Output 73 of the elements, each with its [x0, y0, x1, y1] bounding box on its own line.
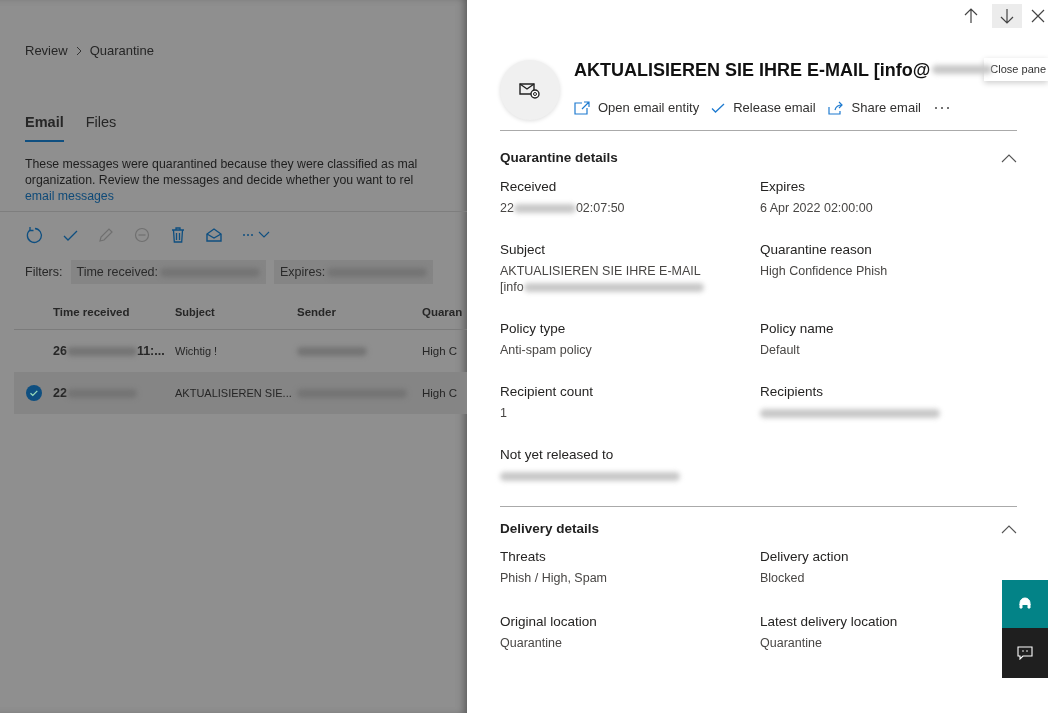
feedback-button[interactable] — [1002, 628, 1048, 678]
column-header[interactable]: Subject — [175, 306, 297, 318]
chevron-right-icon — [75, 45, 82, 56]
field-label: Delivery action — [760, 549, 850, 564]
column-header[interactable]: Quaran — [422, 306, 463, 318]
checked-circle-icon[interactable] — [25, 385, 42, 401]
field-label: Subject — [500, 242, 547, 257]
table-cell-text: Wichtig ! — [175, 345, 219, 357]
field-label: Received — [500, 179, 558, 194]
share-icon — [827, 100, 844, 115]
field-label: Recipient count — [500, 384, 595, 399]
field-label: Expires — [760, 179, 806, 194]
table-row[interactable]: 26 11:... Wichtig ! High C — [14, 330, 467, 372]
field-label: Threats — [500, 549, 547, 564]
arrow-down-icon[interactable] — [992, 4, 1022, 28]
tooltip: Close pane — [984, 58, 1048, 81]
chat-icon — [1017, 646, 1033, 660]
chevron-icon[interactable] — [1001, 523, 1017, 534]
blurred-text — [297, 347, 367, 357]
refresh-icon[interactable] — [25, 226, 43, 244]
field-label: Policy type — [500, 321, 567, 336]
field-label: Recipients — [760, 384, 825, 399]
field-value: Blocked — [760, 571, 805, 585]
release-button[interactable]: Release email — [711, 100, 816, 115]
share-button[interactable]: Share email — [827, 100, 921, 115]
field-value: Quarantine — [760, 636, 822, 650]
help-button[interactable] — [1002, 580, 1048, 628]
filters-label: Filters: — [25, 265, 63, 279]
envelope-icon[interactable] — [205, 226, 223, 244]
open-entity-button[interactable]: Open email entity — [574, 100, 700, 115]
breadcrumb-item[interactable]: Review — [25, 43, 68, 58]
field-value: Anti-spam policy — [500, 343, 592, 357]
field-value: High Confidence Phish — [760, 264, 888, 278]
field-label: Not yet released to — [500, 447, 615, 462]
field-value: Default — [760, 343, 800, 357]
blurred-text — [66, 346, 137, 356]
field-value: Phish / High, Spam — [500, 571, 607, 585]
section-title: Delivery details — [500, 521, 600, 536]
filter-chip[interactable]: Time received: — [70, 260, 266, 284]
section-title: Quarantine details — [500, 150, 618, 165]
table-cell: 11:... — [136, 344, 165, 358]
field-value: 02:07:50 — [575, 201, 625, 215]
filter-chip[interactable]: Expires: — [274, 260, 434, 284]
field-label: Policy name — [760, 321, 835, 336]
panel-title: AKTUALISIEREN SIE IHRE E-MAIL [info@ — [574, 60, 931, 81]
open-external-icon — [574, 100, 590, 115]
delete-icon[interactable] — [169, 226, 187, 244]
blurred-text — [513, 204, 576, 214]
field-value: [info — [500, 280, 524, 294]
table-row[interactable]: 22 AKTUALISIEREN SIE... High C — [14, 372, 467, 414]
table-cell: 26 — [53, 344, 67, 358]
chevron-icon[interactable] — [1001, 152, 1017, 163]
column-header[interactable]: Time received — [53, 306, 175, 318]
field-value: 22 — [500, 201, 514, 215]
headset-icon — [1018, 597, 1032, 611]
breadcrumb-item: Quarantine — [89, 43, 154, 58]
tab[interactable]: Email — [25, 114, 64, 142]
field-value: AKTUALISIEREN SIE IHRE E-MAIL — [500, 264, 701, 278]
field-value: 6 Apr 2022 02:00:00 — [760, 201, 873, 215]
table-cell: High C — [422, 345, 458, 357]
field-label: Original location — [500, 614, 598, 629]
table-cell: 22 — [53, 386, 67, 400]
column-header[interactable]: Sender — [297, 306, 422, 318]
tab[interactable]: Files — [85, 114, 117, 142]
table-cell: High C — [422, 387, 458, 399]
table-cell-text: AKTUALISIEREN SIE... — [175, 387, 293, 399]
description-link[interactable]: email messages — [25, 189, 114, 203]
envelope-icon — [519, 81, 541, 99]
field-value: 1 — [500, 406, 507, 420]
description-text: These messages were quarantined because they were classified as mal organization. Review the messages and decide whether you want to rel email messages — [25, 156, 419, 204]
field-value: Quarantine — [500, 636, 562, 650]
field-label: Latest delivery location — [760, 614, 899, 629]
field-label: Quarantine reason — [760, 242, 873, 257]
